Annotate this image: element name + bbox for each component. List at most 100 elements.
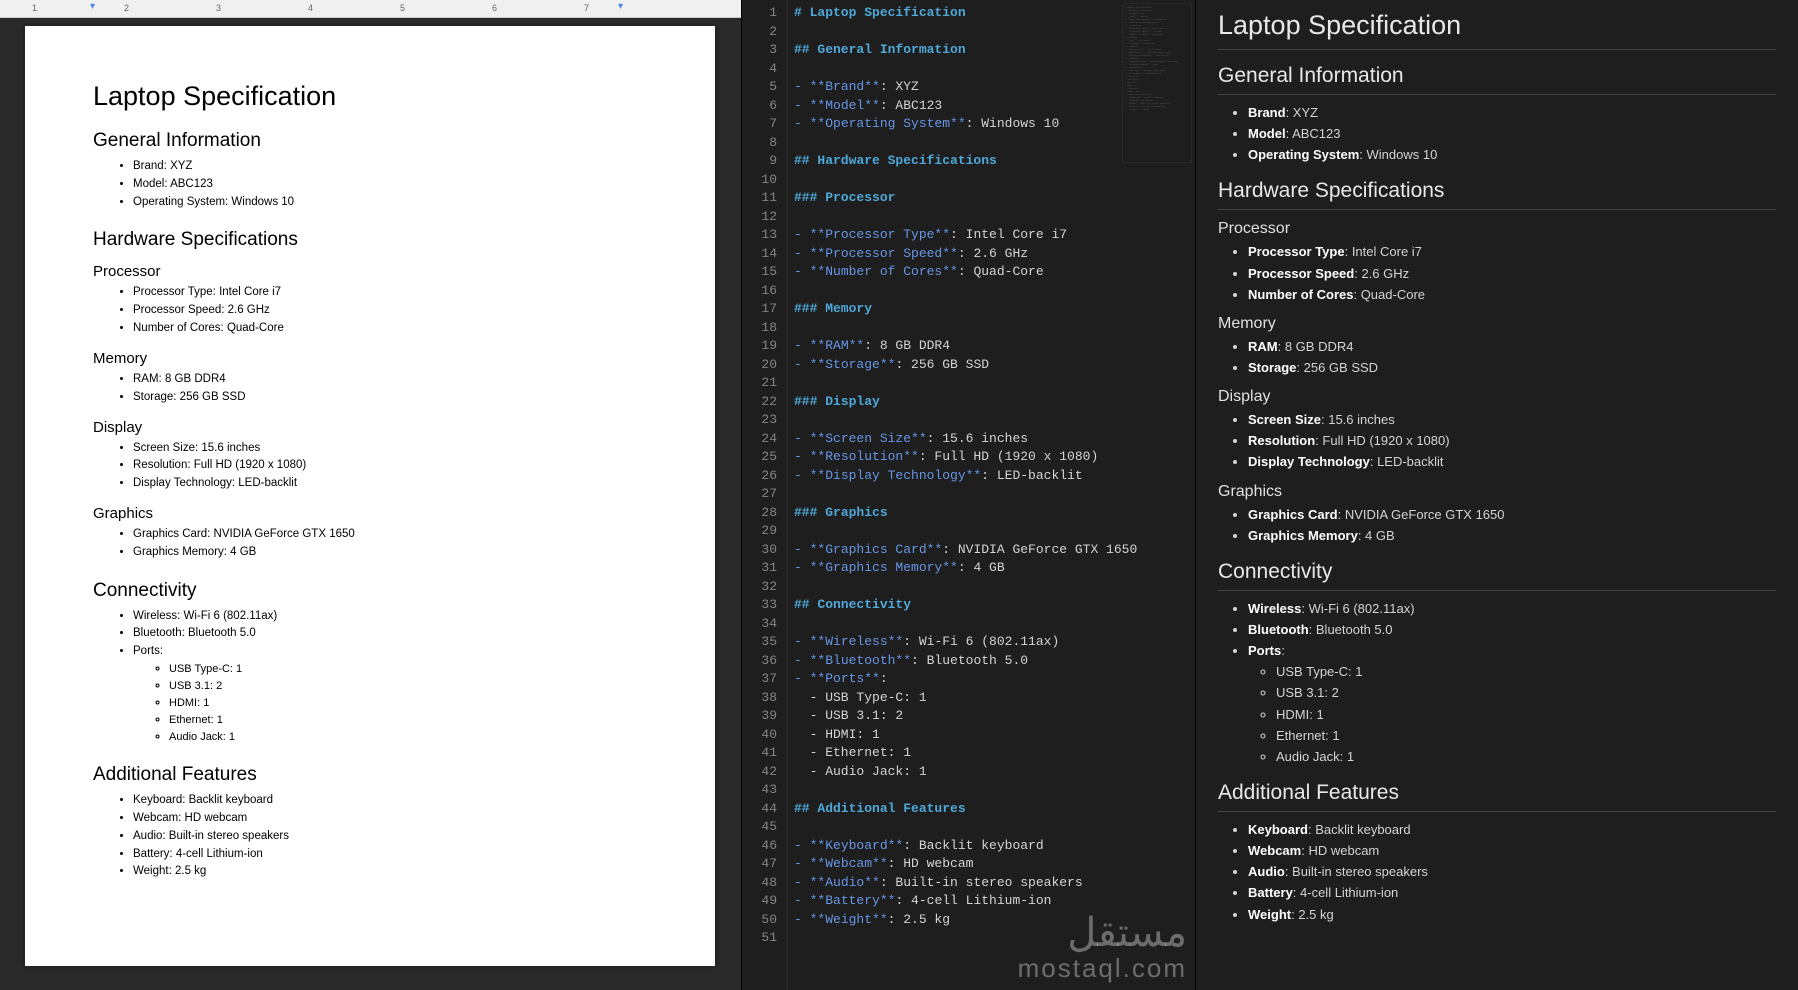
preview-body: General InformationBrand: XYZModel: ABC1… [1218,64,1776,925]
line-number: 38 [746,689,777,708]
preview-list-item: Screen Size: 15.6 inches [1248,410,1776,430]
preview-h2: Connectivity [1218,560,1776,591]
doc-h3: Graphics [93,505,647,522]
code-line[interactable]: - **Graphics Memory**: 4 GB [794,559,1189,578]
code-line[interactable] [794,522,1189,541]
code-line[interactable] [794,171,1189,190]
code-line[interactable] [794,282,1189,301]
line-number: 13 [746,226,777,245]
document-page[interactable]: Laptop Specification General Information… [25,26,715,966]
code-line[interactable]: ## Connectivity [794,596,1189,615]
preview-pane[interactable]: Laptop Specification General Information… [1196,0,1798,990]
code-line[interactable]: ### Processor [794,189,1189,208]
preview-list-item: Webcam: HD webcam [1248,841,1776,861]
code-line[interactable]: - Ethernet: 1 [794,744,1189,763]
code-line[interactable]: - **Graphics Card**: NVIDIA GeForce GTX … [794,541,1189,560]
doc-h2: Hardware Specifications [93,229,647,251]
code-line[interactable]: - **Keyboard**: Backlit keyboard [794,837,1189,856]
code-line[interactable] [794,615,1189,634]
code-line[interactable]: - **Storage**: 256 GB SSD [794,356,1189,375]
code-line[interactable]: ### Memory [794,300,1189,319]
code-line[interactable]: - HDMI: 1 [794,726,1189,745]
doc-sublist-item: Ethernet: 1 [169,712,647,729]
margin-marker-right-icon[interactable]: ▾ [618,1,623,12]
code-line[interactable]: ## Additional Features [794,800,1189,819]
ruler: ▾ ▾ 1234567 [0,0,741,18]
code-line[interactable]: - **Wireless**: Wi-Fi 6 (802.11ax) [794,633,1189,652]
preview-list-item: Bluetooth: Bluetooth 5.0 [1248,620,1776,640]
code-line[interactable]: - **Ports**: [794,670,1189,689]
code-line[interactable]: - **Webcam**: HD webcam [794,855,1189,874]
code-line[interactable] [794,818,1189,837]
code-line[interactable] [794,374,1189,393]
line-number: 32 [746,578,777,597]
ruler-tick: 2 [124,3,129,13]
doc-sublist-item: Audio Jack: 1 [169,729,647,746]
line-number: 5 [746,78,777,97]
code-line[interactable]: - **Processor Speed**: 2.6 GHz [794,245,1189,264]
doc-sublist: USB Type-C: 1USB 3.1: 2HDMI: 1Ethernet: … [169,661,647,746]
doc-h2: Connectivity [93,580,647,602]
margin-marker-left-icon[interactable]: ▾ [90,1,95,12]
code-line[interactable]: - **Processor Type**: Intel Core i7 [794,226,1189,245]
code-line[interactable]: - **Number of Cores**: Quad-Core [794,263,1189,282]
code-line[interactable] [794,319,1189,338]
code-line[interactable]: - **Bluetooth**: Bluetooth 5.0 [794,652,1189,671]
code-line[interactable]: - **Battery**: 4-cell Lithium-ion [794,892,1189,911]
line-number: 27 [746,485,777,504]
preview-h2: Additional Features [1218,781,1776,812]
line-number: 24 [746,430,777,449]
code-line[interactable]: ### Display [794,393,1189,412]
code-line[interactable]: ### Graphics [794,504,1189,523]
line-number: 40 [746,726,777,745]
preview-list-item: RAM: 8 GB DDR4 [1248,337,1776,357]
code-line[interactable]: - **RAM**: 8 GB DDR4 [794,337,1189,356]
doc-list-item: RAM: 8 GB DDR4 [133,371,647,389]
ruler-tick: 1 [32,3,37,13]
doc-list-item: Ports:USB Type-C: 1USB 3.1: 2HDMI: 1Ethe… [133,643,647,746]
code-editor-pane[interactable]: 1234567891011121314151617181920212223242… [741,0,1196,990]
code-line[interactable]: - USB Type-C: 1 [794,689,1189,708]
line-number: 34 [746,615,777,634]
code-line[interactable]: - **Audio**: Built-in stereo speakers [794,874,1189,893]
preview-list-item: Audio: Built-in stereo speakers [1248,862,1776,882]
doc-list-item: Operating System: Windows 10 [133,194,647,212]
doc-h2: Additional Features [93,764,647,786]
code-line[interactable]: - **Weight**: 2.5 kg [794,911,1189,930]
line-number: 49 [746,892,777,911]
code-line[interactable] [794,411,1189,430]
line-number: 16 [746,282,777,301]
line-number: 20 [746,356,777,375]
doc-list-item: Processor Type: Intel Core i7 [133,284,647,302]
code-line[interactable]: - USB 3.1: 2 [794,707,1189,726]
minimap[interactable]: # Laptop Specification## General Informa… [1122,3,1192,163]
preview-list-item: Display Technology: LED-backlit [1248,452,1776,472]
preview-sublist: USB Type-C: 1USB 3.1: 2HDMI: 1Ethernet: … [1276,662,1776,767]
code-line[interactable]: - **Screen Size**: 15.6 inches [794,430,1189,449]
code-line[interactable] [794,929,1189,948]
doc-list-item: Model: ABC123 [133,176,647,194]
preview-list: Wireless: Wi-Fi 6 (802.11ax)Bluetooth: B… [1248,599,1776,767]
code-line[interactable]: - Audio Jack: 1 [794,763,1189,782]
line-number: 28 [746,504,777,523]
preview-h3: Memory [1218,315,1776,333]
line-number: 21 [746,374,777,393]
doc-list-item: Brand: XYZ [133,158,647,176]
code-line[interactable]: - **Display Technology**: LED-backlit [794,467,1189,486]
doc-list: Keyboard: Backlit keyboardWebcam: HD web… [133,792,647,881]
doc-list: Brand: XYZModel: ABC123Operating System:… [133,158,647,211]
preview-list: RAM: 8 GB DDR4Storage: 256 GB SSD [1248,337,1776,378]
code-line[interactable]: - **Resolution**: Full HD (1920 x 1080) [794,448,1189,467]
doc-h3: Processor [93,263,647,280]
line-number: 18 [746,319,777,338]
preview-list-item: Brand: XYZ [1248,103,1776,123]
code-line[interactable] [794,781,1189,800]
preview-list-item: Operating System: Windows 10 [1248,145,1776,165]
code-line[interactable] [794,578,1189,597]
doc-sublist-item: USB Type-C: 1 [169,661,647,678]
code-line[interactable] [794,485,1189,504]
line-number: 30 [746,541,777,560]
doc-list: Graphics Card: NVIDIA GeForce GTX 1650Gr… [133,526,647,562]
code-line[interactable] [794,208,1189,227]
doc-list-item: Weight: 2.5 kg [133,863,647,881]
